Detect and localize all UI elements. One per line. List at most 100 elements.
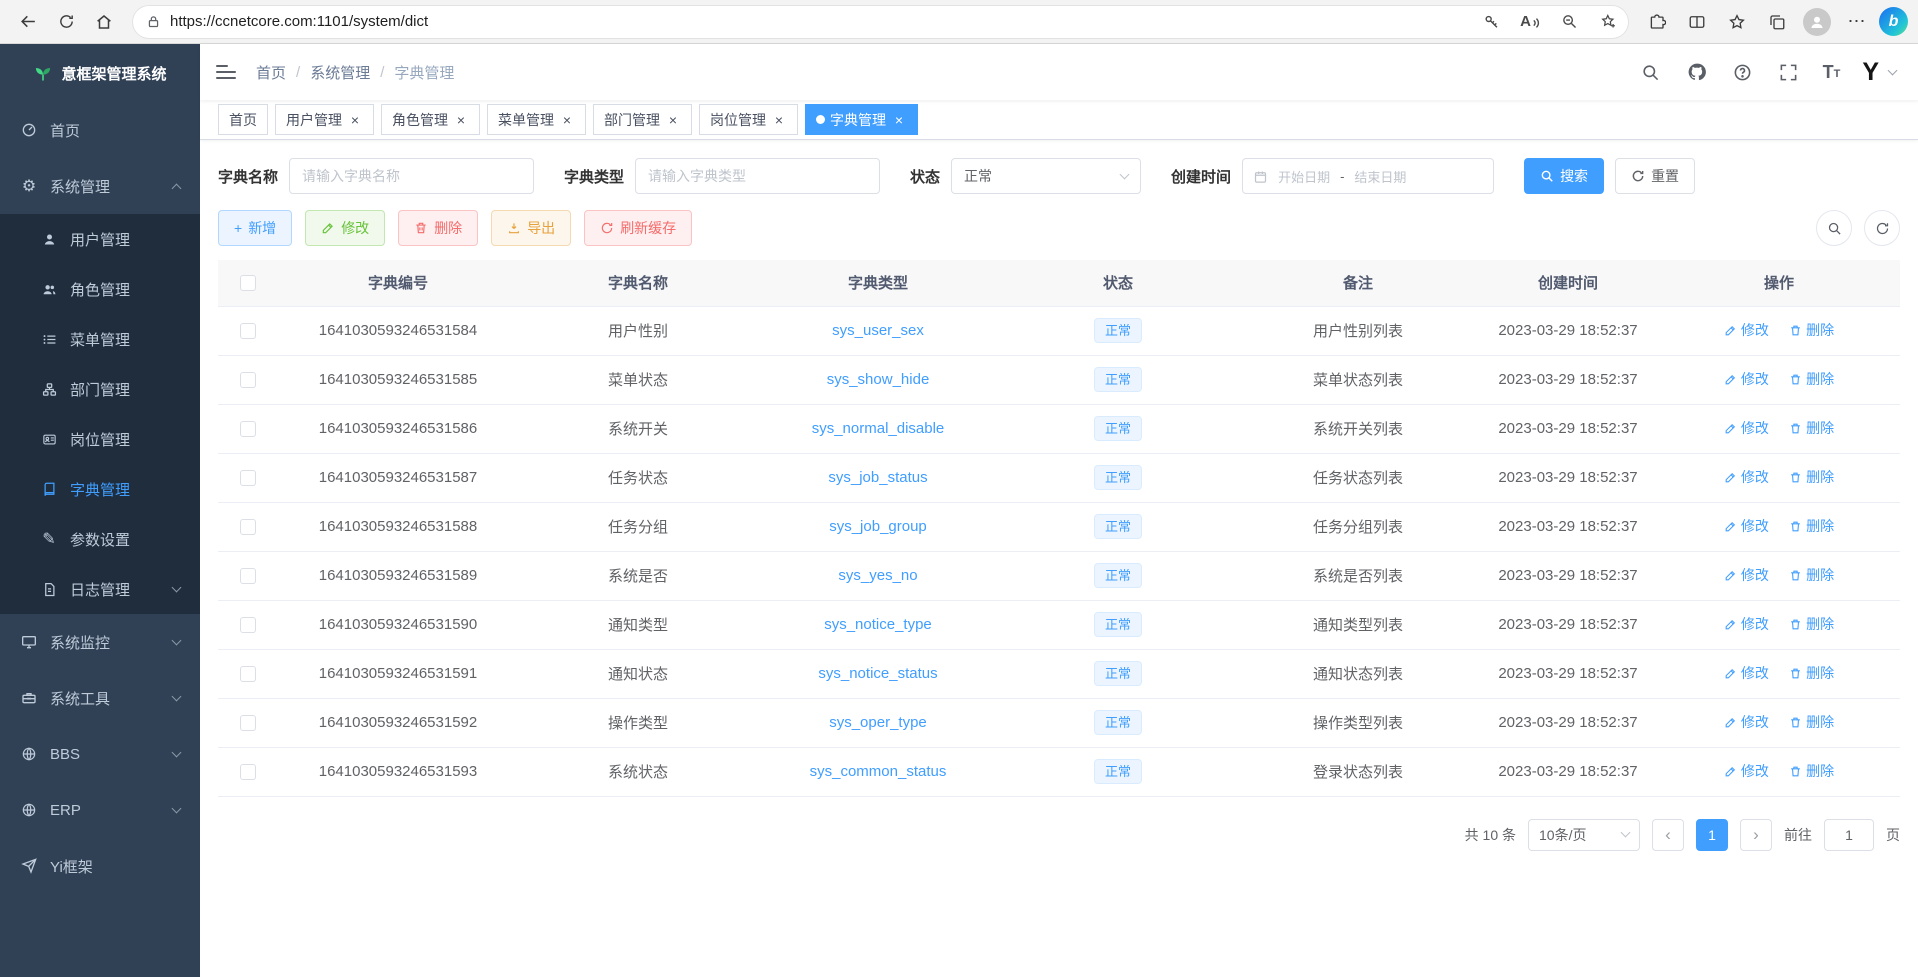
app-logo[interactable]: 意框架管理系统 [0, 44, 200, 102]
row-delete-link[interactable]: 删除 [1789, 418, 1834, 438]
row-edit-link[interactable]: 修改 [1724, 516, 1769, 536]
row-delete-link[interactable]: 删除 [1789, 614, 1834, 634]
row-checkbox[interactable] [240, 470, 256, 486]
dict-type-link[interactable]: sys_common_status [810, 763, 947, 780]
row-delete-link[interactable]: 删除 [1789, 516, 1834, 536]
dict-type-link[interactable]: sys_job_group [829, 518, 927, 535]
dict-type-input[interactable] [635, 158, 880, 194]
row-delete-link[interactable]: 删除 [1789, 320, 1834, 340]
sidebar-item-erp[interactable]: ERP [0, 782, 200, 838]
refresh-cache-button[interactable]: 刷新缓存 [584, 210, 692, 246]
refresh-button[interactable] [48, 4, 84, 40]
close-icon[interactable]: × [347, 112, 363, 128]
sidebar-item-role-management[interactable]: 角色管理 [0, 264, 200, 314]
reset-button[interactable]: 重置 [1615, 158, 1695, 194]
tab-position-management[interactable]: 岗位管理× [699, 104, 798, 135]
close-icon[interactable]: × [771, 112, 787, 128]
sidebar-item-dictionary-management[interactable]: 字典管理 [0, 464, 200, 514]
date-range-picker[interactable]: 开始日期 - 结束日期 [1242, 158, 1494, 194]
zoom-out-icon[interactable] [1554, 7, 1584, 37]
search-button[interactable]: 搜索 [1524, 158, 1604, 194]
row-edit-link[interactable]: 修改 [1724, 418, 1769, 438]
tab-user-management[interactable]: 用户管理× [275, 104, 374, 135]
sidebar-item-bbs[interactable]: BBS [0, 726, 200, 782]
dict-type-link[interactable]: sys_normal_disable [812, 420, 945, 437]
dict-type-link[interactable]: sys_job_status [828, 469, 927, 486]
row-checkbox[interactable] [240, 372, 256, 388]
home-button[interactable] [86, 4, 122, 40]
sidebar-item-department-management[interactable]: 部门管理 [0, 364, 200, 414]
row-checkbox[interactable] [240, 764, 256, 780]
export-button[interactable]: 导出 [491, 210, 571, 246]
prev-page-button[interactable]: ‹ [1652, 819, 1684, 851]
row-checkbox[interactable] [240, 666, 256, 682]
dict-type-link[interactable]: sys_oper_type [829, 714, 927, 731]
chevron-down-icon[interactable] [1888, 65, 1898, 75]
dict-type-link[interactable]: sys_notice_type [824, 616, 932, 633]
next-page-button[interactable]: › [1740, 819, 1772, 851]
sidebar-item-menu-management[interactable]: 菜单管理 [0, 314, 200, 364]
tab-role-management[interactable]: 角色管理× [381, 104, 480, 135]
row-delete-link[interactable]: 删除 [1789, 565, 1834, 585]
page-size-select[interactable]: 10条/页 [1528, 819, 1640, 851]
status-select[interactable]: 正常 [951, 158, 1141, 194]
close-icon[interactable]: × [891, 112, 907, 128]
dict-type-link[interactable]: sys_show_hide [827, 371, 930, 388]
sidebar-item-position-management[interactable]: 岗位管理 [0, 414, 200, 464]
github-icon[interactable] [1685, 60, 1709, 84]
dict-name-input[interactable] [289, 158, 534, 194]
goto-page-input[interactable] [1824, 819, 1874, 851]
add-button[interactable]: + 新增 [218, 210, 292, 246]
sidebar-item-log-management[interactable]: 日志管理 [0, 564, 200, 614]
row-checkbox[interactable] [240, 323, 256, 339]
yi-logo-avatar[interactable]: Y [1862, 60, 1879, 85]
collections-icon[interactable] [1759, 4, 1795, 40]
read-aloud-icon[interactable]: A [1515, 7, 1545, 37]
tab-home[interactable]: 首页 [218, 104, 268, 135]
row-edit-link[interactable]: 修改 [1724, 663, 1769, 683]
tab-department-management[interactable]: 部门管理× [593, 104, 692, 135]
extensions-icon[interactable] [1639, 4, 1675, 40]
sidebar-item-system-tools[interactable]: 系统工具 [0, 670, 200, 726]
refresh-table-button[interactable] [1864, 210, 1900, 246]
split-screen-icon[interactable] [1679, 4, 1715, 40]
delete-button[interactable]: 删除 [398, 210, 478, 246]
row-delete-link[interactable]: 删除 [1789, 369, 1834, 389]
search-icon[interactable] [1639, 60, 1663, 84]
tab-dictionary-management[interactable]: 字典管理× [805, 104, 918, 135]
row-edit-link[interactable]: 修改 [1724, 369, 1769, 389]
close-icon[interactable]: × [665, 112, 681, 128]
select-all-checkbox[interactable] [240, 275, 256, 291]
back-button[interactable] [10, 4, 46, 40]
dict-type-link[interactable]: sys_user_sex [832, 322, 924, 339]
row-checkbox[interactable] [240, 421, 256, 437]
row-edit-link[interactable]: 修改 [1724, 320, 1769, 340]
row-delete-link[interactable]: 删除 [1789, 712, 1834, 732]
sidebar-item-user-management[interactable]: 用户管理 [0, 214, 200, 264]
row-edit-link[interactable]: 修改 [1724, 467, 1769, 487]
favorites-icon[interactable] [1719, 4, 1755, 40]
toggle-search-button[interactable] [1816, 210, 1852, 246]
row-delete-link[interactable]: 删除 [1789, 663, 1834, 683]
edit-button[interactable]: 修改 [305, 210, 385, 246]
row-edit-link[interactable]: 修改 [1724, 614, 1769, 634]
hamburger-icon[interactable] [216, 65, 236, 79]
close-icon[interactable]: × [559, 112, 575, 128]
password-key-icon[interactable] [1476, 7, 1506, 37]
row-checkbox[interactable] [240, 715, 256, 731]
help-icon[interactable] [1731, 60, 1755, 84]
site-info-icon[interactable] [146, 14, 161, 29]
bing-chat-button[interactable]: b [1879, 7, 1908, 36]
fullscreen-icon[interactable] [1777, 60, 1801, 84]
sidebar-item-parameter-settings[interactable]: ✎ 参数设置 [0, 514, 200, 564]
sidebar-item-system-monitor[interactable]: 系统监控 [0, 614, 200, 670]
sidebar-item-system-management[interactable]: ⚙ 系统管理 [0, 158, 200, 214]
add-favorite-icon[interactable] [1593, 7, 1623, 37]
row-checkbox[interactable] [240, 519, 256, 535]
row-edit-link[interactable]: 修改 [1724, 761, 1769, 781]
row-delete-link[interactable]: 删除 [1789, 761, 1834, 781]
dict-type-link[interactable]: sys_notice_status [818, 665, 937, 682]
breadcrumb-home[interactable]: 首页 [256, 62, 286, 83]
row-delete-link[interactable]: 删除 [1789, 467, 1834, 487]
row-edit-link[interactable]: 修改 [1724, 712, 1769, 732]
